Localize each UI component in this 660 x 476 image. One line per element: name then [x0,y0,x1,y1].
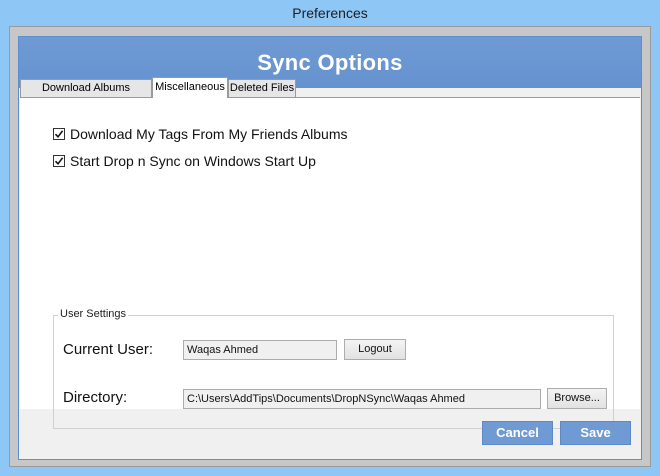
checkmark-icon [54,157,64,166]
user-settings-group: User Settings Current User: Waqas Ahmed … [53,308,614,429]
checkmark-icon [54,130,64,139]
directory-field[interactable]: C:\Users\AddTips\Documents\DropNSync\Waq… [183,389,541,409]
current-user-label: Current User: [63,341,154,358]
dialog-panel: Sync Options Download Albums Settings Mi… [18,36,642,460]
tab-deleted-files[interactable]: Deleted Files [228,79,296,97]
download-tags-label: Download My Tags From My Friends Albums [70,126,348,142]
window-title: Preferences [292,5,368,21]
option-download-tags[interactable]: Download My Tags From My Friends Albums [53,125,348,143]
start-on-startup-label: Start Drop n Sync on Windows Start Up [70,153,316,169]
page-title: Sync Options [257,50,403,75]
directory-label: Directory: [63,389,128,406]
logout-button[interactable]: Logout [344,339,406,360]
tab-download-albums-settings[interactable]: Download Albums Settings [20,79,152,111]
user-settings-legend: User Settings [58,308,129,320]
download-tags-checkbox[interactable] [53,128,65,140]
start-on-startup-checkbox[interactable] [53,155,65,167]
browse-button[interactable]: Browse... [547,388,607,409]
tab-miscellaneous[interactable]: Miscellaneous [152,77,228,98]
cancel-button[interactable]: Cancel [482,421,553,445]
option-start-on-startup[interactable]: Start Drop n Sync on Windows Start Up [53,152,316,170]
tab-content-panel: Download My Tags From My Friends Albums … [20,97,640,429]
current-user-field[interactable]: Waqas Ahmed [183,340,337,360]
save-button[interactable]: Save [560,421,631,445]
dialog-frame: Sync Options Download Albums Settings Mi… [9,26,651,467]
